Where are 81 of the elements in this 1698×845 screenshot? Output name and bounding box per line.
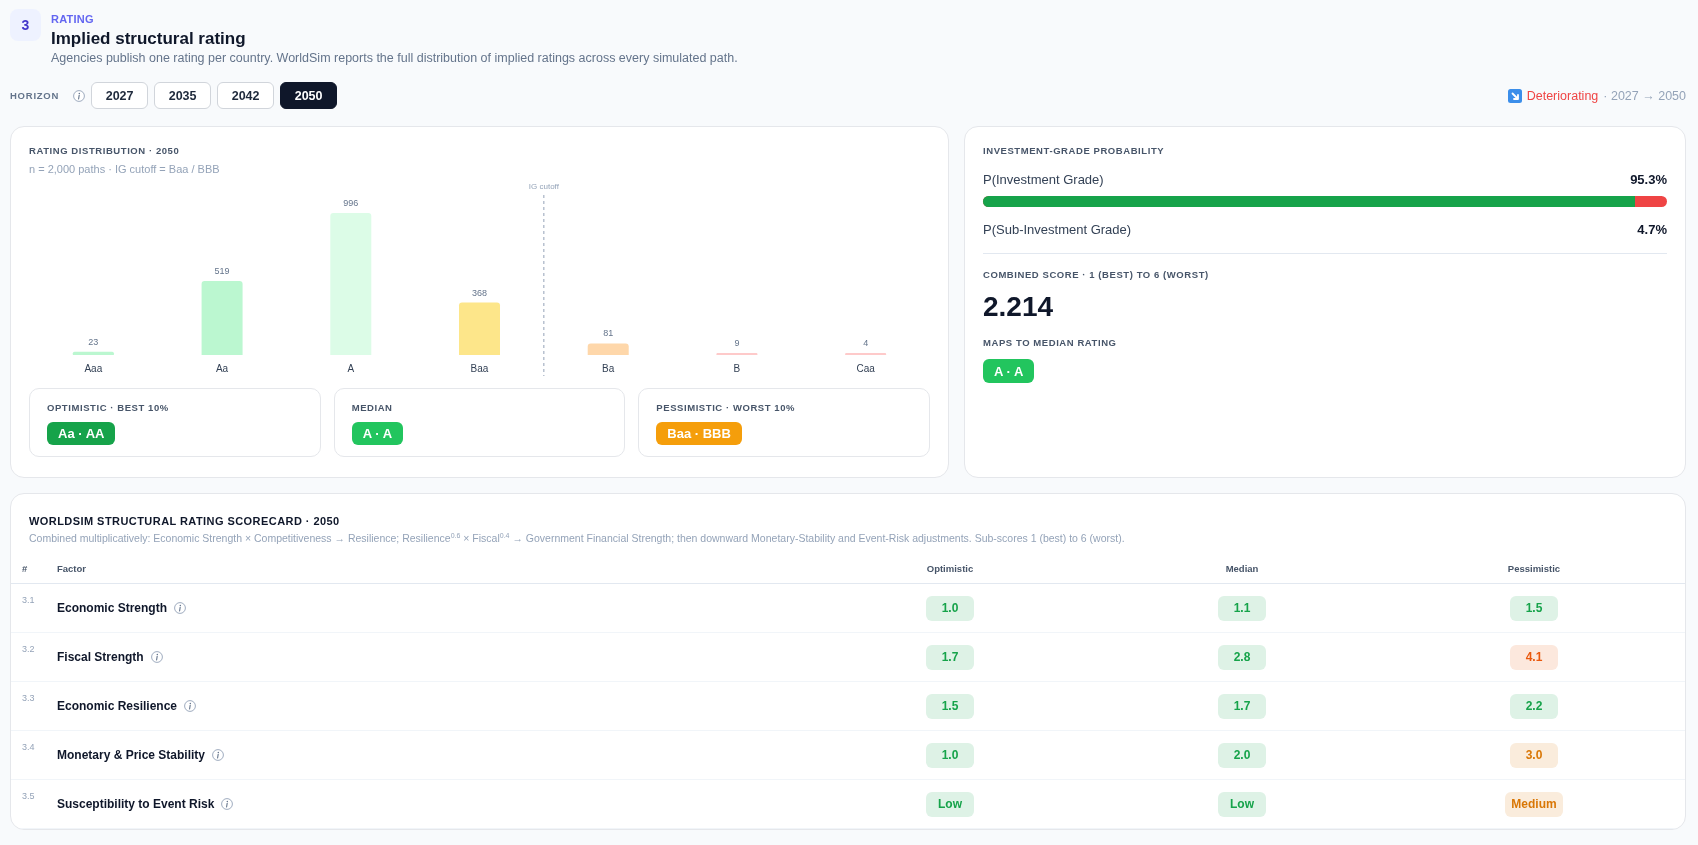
score-badge: Low	[926, 791, 974, 817]
scorecard-note: Combined multiplicatively: Economic Strength × Competitiveness → Resilience; Resilience$^{0.6}$ × Fiscal$^{0.4}$ → Government Financial Strength; then downward Monetary-Stability and Event-Risk adjustments. Sub-scores 1 (best) to 6 (worst).	[29, 531, 1125, 545]
horizon-tab[interactable]: 2042	[217, 82, 275, 109]
score-badge: 1.0	[926, 595, 974, 621]
trend-period: · 2027 → 2050	[1603, 88, 1686, 103]
score-badge: 2.8	[1218, 644, 1266, 670]
info-icon[interactable]	[73, 89, 86, 102]
horizon-tab[interactable]: 2050	[280, 82, 338, 109]
score-badge: 1.7	[926, 644, 974, 670]
panel-subtitle: n = 2,000 paths · IG cutoff = Baa / BBB	[29, 162, 220, 176]
category-label: Baa	[470, 363, 489, 374]
scenario-label: OPTIMISTIC · BEST 10%	[47, 401, 169, 415]
bar-value-label: 4	[863, 338, 869, 348]
bar-value-label: 519	[214, 266, 230, 276]
factor-number: 3.3	[22, 692, 35, 703]
rating-badge: Baa · BBB	[656, 422, 742, 445]
category-label: Ba	[602, 363, 615, 374]
bar-value-label: 81	[603, 328, 614, 339]
scorecard-title: WORLDSIM STRUCTURAL RATING SCORECARD · 2050	[29, 514, 340, 528]
factor-name: Economic Resilience	[57, 699, 178, 713]
info-icon[interactable]	[212, 749, 225, 761]
bar-value-label: 368	[472, 287, 487, 298]
score-badge: Low	[1218, 791, 1266, 817]
horizon-tab[interactable]: 2035	[154, 82, 212, 109]
score-badge: Medium	[1505, 791, 1563, 817]
panel-title: INVESTMENT-GRADE PROBABILITY	[983, 144, 1165, 158]
trend-label: Deteriorating	[1526, 88, 1599, 103]
info-icon[interactable]	[174, 602, 186, 614]
info-icon[interactable]	[221, 798, 234, 810]
section-eyebrow: RATING	[51, 13, 94, 26]
score-badge: 2.2	[1510, 693, 1558, 719]
factor-name: Susceptibility to Event Risk	[57, 797, 215, 811]
score-badge: 3.0	[1510, 742, 1558, 768]
factor-number: 3.5	[22, 790, 35, 801]
score-badge: 1.0	[926, 742, 974, 768]
category-label: Aa	[215, 363, 229, 374]
score-badge: 1.5	[1510, 595, 1558, 621]
factor-name: Monetary & Price Stability	[57, 748, 206, 762]
section-number: 3	[10, 9, 41, 41]
factor-number: 3.1	[22, 594, 35, 605]
horizon-label: HORIZON	[10, 90, 60, 101]
rating-badge: A · A	[983, 359, 1035, 383]
section-title: Implied structural rating	[51, 28, 246, 50]
info-icon[interactable]	[150, 651, 163, 663]
column-header: Median	[1225, 562, 1259, 574]
scenario-label: MEDIAN	[351, 401, 393, 415]
column-header: Factor	[57, 562, 87, 574]
score-badge: 1.7	[1218, 693, 1266, 719]
column-header: #	[22, 562, 28, 574]
bar-value-label: 23	[88, 336, 99, 347]
score-label: COMBINED SCORE · 1 (BEST) TO 6 (WORST)	[983, 268, 1209, 282]
category-label: A	[347, 363, 355, 374]
probability-label: P(Sub-Investment Grade)	[983, 221, 1132, 239]
category-label: Caa	[856, 363, 875, 374]
bar-value-label: 9	[734, 338, 740, 348]
section-description: Agencies publish one rating per country. WorldSim reports the full distribution of implied ratings across every simulated path.	[51, 50, 738, 66]
rating-badge: Aa · AA	[47, 422, 116, 445]
median-rating-label: MAPS TO MEDIAN RATING	[983, 336, 1117, 350]
rating-badge: A · A	[351, 422, 404, 445]
column-header: Optimistic	[926, 562, 974, 574]
factor-number: 3.2	[22, 643, 35, 654]
factor-name: Economic Strength	[57, 601, 167, 615]
panel-title: RATING DISTRIBUTION · 2050	[29, 144, 180, 158]
info-icon[interactable]	[184, 700, 197, 712]
score-badge: 1.1	[1218, 595, 1266, 621]
category-label: B	[733, 363, 741, 374]
horizon-tab[interactable]: 2027	[91, 82, 149, 109]
column-header: Pessimistic	[1507, 562, 1561, 574]
category-label: Aaa	[84, 363, 103, 374]
factor-number: 3.4	[22, 741, 35, 752]
probability-value: 95.3%	[1630, 171, 1667, 189]
scenario-label: PESSIMISTIC · WORST 10%	[656, 401, 796, 415]
score-badge: 1.5	[926, 693, 974, 719]
probability-value: 4.7%	[1637, 221, 1667, 239]
score-badge: 4.1	[1510, 644, 1558, 670]
cutoff-label: IG cutoff	[528, 182, 559, 191]
combined-score: 2.214	[983, 290, 1054, 324]
factor-name: Fiscal Strength	[57, 650, 144, 664]
bar-value-label: 996	[343, 198, 359, 208]
probability-label: P(Investment Grade)	[983, 171, 1104, 189]
score-badge: 2.0	[1218, 742, 1266, 768]
